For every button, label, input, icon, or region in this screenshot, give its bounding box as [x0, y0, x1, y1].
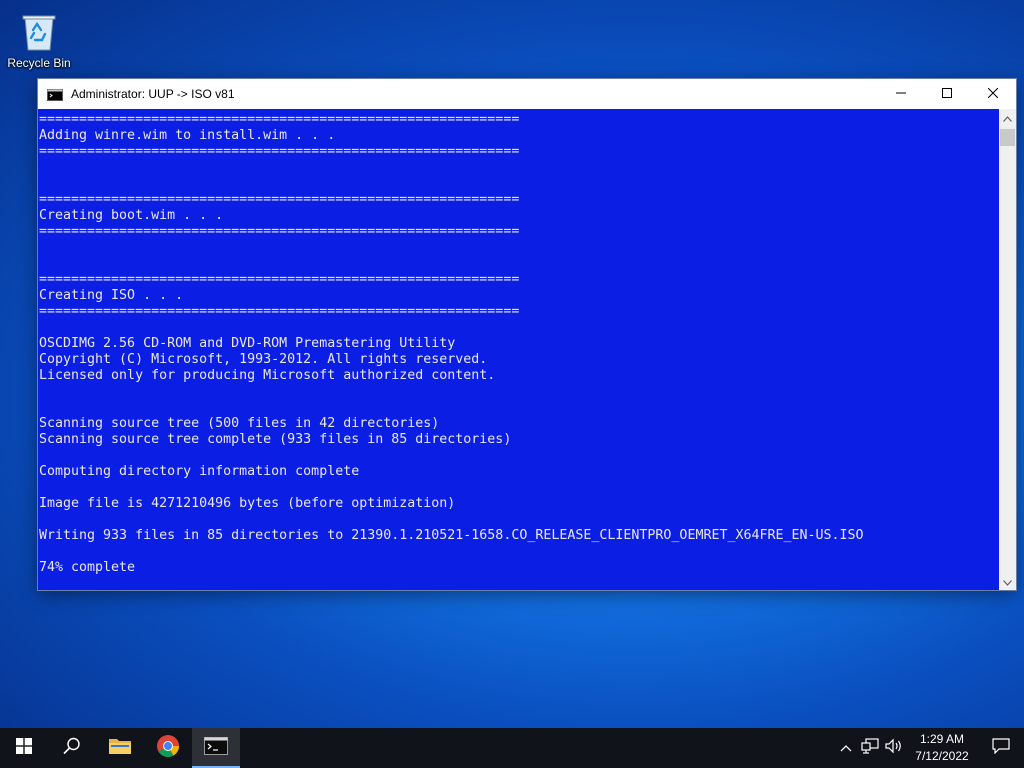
console-output: ========================================… — [39, 112, 864, 576]
console-line: Creating ISO . . . — [39, 288, 184, 303]
console-line: Licensed only for producing Microsoft au… — [39, 368, 496, 383]
cmd-icon — [204, 736, 228, 761]
network-button[interactable] — [858, 728, 882, 768]
console-line: ========================================… — [39, 304, 520, 319]
chevron-up-icon — [840, 739, 852, 757]
console-line: ========================================… — [39, 112, 520, 127]
folder-icon — [108, 736, 132, 761]
console-line: ========================================… — [39, 144, 520, 159]
action-center-button[interactable] — [978, 728, 1024, 768]
show-hidden-icons-button[interactable] — [834, 728, 858, 768]
scroll-up-button[interactable] — [999, 109, 1016, 126]
chevron-down-icon — [1003, 573, 1012, 591]
console-line: Creating boot.wim . . . — [39, 208, 224, 223]
console-line: Writing 933 files in 85 directories to 2… — [39, 528, 864, 543]
search-button[interactable] — [48, 728, 96, 768]
taskbar: 1:29 AM 7/12/2022 — [0, 728, 1024, 768]
close-button[interactable] — [970, 79, 1016, 109]
volume-button[interactable] — [882, 728, 906, 768]
chevron-up-icon — [1003, 109, 1012, 127]
console-line: Adding winre.wim to install.wim . . . — [39, 128, 336, 143]
scroll-thumb[interactable] — [1000, 129, 1015, 146]
system-tray: 1:29 AM 7/12/2022 — [834, 728, 1024, 768]
title-bar[interactable]: Administrator: UUP -> ISO v81 — [38, 79, 1016, 109]
start-button[interactable] — [0, 728, 48, 768]
console-line: Scanning source tree complete (933 files… — [39, 432, 512, 447]
minimize-icon — [896, 85, 906, 103]
console-line: Scanning source tree (500 files in 42 di… — [39, 416, 440, 431]
console-output-area[interactable]: ========================================… — [38, 109, 999, 590]
scroll-down-button[interactable] — [999, 573, 1016, 590]
console-line: ========================================… — [39, 192, 520, 207]
chrome-icon — [156, 734, 180, 763]
file-explorer-button[interactable] — [96, 728, 144, 768]
notification-icon — [992, 737, 1010, 759]
recycle-bin-icon — [19, 8, 59, 52]
recycle-bin-label: Recycle Bin — [7, 56, 71, 70]
taskbar-clock[interactable]: 1:29 AM 7/12/2022 — [906, 731, 978, 765]
clock-date: 7/12/2022 — [915, 749, 969, 763]
windows-logo-icon — [16, 737, 32, 759]
console-window: Administrator: UUP -> ISO v81 ==========… — [38, 79, 1016, 590]
maximize-icon — [942, 85, 952, 103]
recycle-bin-desktop-icon[interactable]: Recycle Bin — [4, 6, 74, 70]
vertical-scrollbar[interactable] — [999, 109, 1016, 590]
search-icon — [63, 737, 81, 760]
cmd-taskbar-button[interactable] — [192, 728, 240, 768]
cmd-icon — [47, 88, 63, 101]
clock-time: 1:29 AM — [919, 732, 965, 746]
console-line: ========================================… — [39, 224, 520, 239]
chrome-button[interactable] — [144, 728, 192, 768]
console-line: OSCDIMG 2.56 CD-ROM and DVD-ROM Premaste… — [39, 336, 456, 351]
console-line: Copyright (C) Microsoft, 1993-2012. All … — [39, 352, 488, 367]
maximize-button[interactable] — [924, 79, 970, 109]
console-line: Computing directory information complete — [39, 464, 360, 479]
console-line: Image file is 4271210496 bytes (before o… — [39, 496, 456, 511]
console-line: 74% complete — [39, 560, 136, 575]
window-title: Administrator: UUP -> ISO v81 — [71, 87, 235, 101]
minimize-button[interactable] — [878, 79, 924, 109]
volume-icon — [885, 738, 903, 759]
close-icon — [987, 85, 999, 103]
console-line: ========================================… — [39, 272, 520, 287]
network-icon — [861, 737, 879, 759]
